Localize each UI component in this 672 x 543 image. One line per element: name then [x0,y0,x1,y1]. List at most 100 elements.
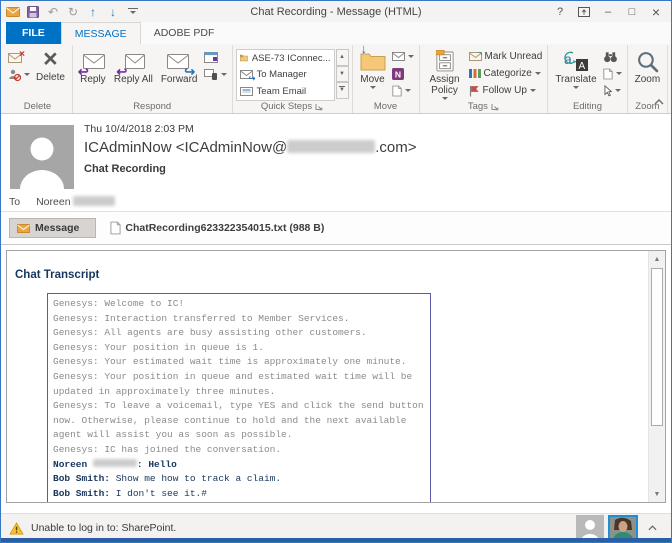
reply-button[interactable]: ↩ Reply [76,46,110,85]
junk-button[interactable] [6,66,32,83]
group-label-move: Move [356,99,416,113]
cursor-icon [603,85,612,97]
warning-icon [9,522,24,535]
undo-button[interactable]: ↶ [44,3,62,21]
ribbon-group-respond: ↩ Reply ↩ Reply All ↪ Forward [73,45,233,113]
collapse-ribbon-button[interactable] [654,92,664,110]
ribbon-tab-bar: FILE MESSAGE ADOBE PDF [1,22,671,44]
categorize-button[interactable]: Categorize [467,65,545,82]
scroll-down-button[interactable]: ▼ [649,486,665,502]
forward-button[interactable]: ↪ Forward [157,46,202,85]
actions-button[interactable] [390,82,416,99]
body-scrollbar[interactable]: ▲ ▼ [648,251,665,502]
close-button[interactable]: × [644,2,668,21]
collapse-people-pane-button[interactable] [642,525,663,531]
chevron-down-icon [535,72,541,75]
transcript-line: Genesys: To leave a voicemail, type YES … [53,399,425,443]
quick-steps-scroll-down[interactable]: ▼ [336,66,349,83]
delete-button[interactable]: × Delete [32,46,69,83]
customize-qat-button[interactable] [124,3,142,21]
im-icon [204,69,218,80]
meeting-button[interactable] [202,49,229,66]
chevron-down-icon [370,86,376,89]
chat-transcript-heading: Chat Transcript [15,269,665,281]
zoom-button[interactable]: Zoom [631,46,665,85]
transcript-line: Genesys: All agents are busy assisting o… [53,326,425,341]
quick-step-to-manager[interactable]: ↪ To Manager [237,67,334,84]
mail-icon [4,3,22,21]
previous-item-button[interactable]: ↑ [84,3,102,21]
quick-steps-gallery: ASE-73 IConnec... ↪ To Manager Team Emai… [236,49,335,101]
follow-up-button[interactable]: Follow Up [467,82,545,99]
help-button[interactable]: ? [548,2,572,21]
status-message: Unable to log in to: SharePoint. [31,522,176,534]
ribbon-group-quick-steps: ASE-73 IConnec... ↪ To Manager Team Emai… [233,45,353,113]
txt-file-icon [110,221,121,235]
translate-button[interactable]: aA Translate [551,46,600,89]
chevron-down-icon [573,86,579,89]
quick-steps-scroll: ▲ ▼ ▼ [336,49,349,99]
chevron-up-icon [648,525,657,531]
zoom-magnifier-icon [636,50,659,73]
mark-unread-icon [469,52,482,61]
transcript-line: Noreen : Hello [53,458,425,473]
redacted-domain [287,140,375,153]
chevron-down-icon [221,73,227,76]
redo-button[interactable]: ↻ [64,3,82,21]
related-button[interactable] [601,65,624,82]
sender-avatar[interactable] [10,125,74,189]
assign-policy-button[interactable]: Assign Policy [423,46,467,100]
im-button[interactable] [202,66,229,83]
chevron-up-icon [654,99,664,105]
recipient-name[interactable]: Noreen [36,196,115,208]
outlook-message-window: ↶ ↻ ↑ ↓ Chat Recording - Message (HTML) … [0,0,672,543]
chevron-down-icon [24,73,30,76]
transcript-line: Genesys: Welcome to IC! [53,297,425,312]
reply-all-button[interactable]: ↩ Reply All [110,46,157,85]
find-button[interactable] [601,48,624,65]
onenote-button[interactable]: N [390,65,416,82]
ribbon-display-options-button[interactable] [572,2,596,21]
attachment-bar: Message ChatRecording623322354015.txt (9… [1,212,671,245]
mark-unread-button[interactable]: Mark Unread [467,48,545,65]
maximize-button[interactable]: □ [620,2,644,21]
move-button[interactable]: ↓ Move [356,46,390,89]
quick-steps-more-button[interactable]: ▼ [336,82,349,99]
quick-steps-dialog-launcher[interactable] [315,103,323,111]
meeting-icon [204,52,218,63]
select-button[interactable] [601,82,624,99]
attachment-item[interactable]: ChatRecording623322354015.txt (988 B) [110,221,324,235]
quick-steps-scroll-up[interactable]: ▲ [336,49,349,66]
minimize-button[interactable]: – [596,2,620,21]
svg-text:A: A [578,61,585,72]
scroll-up-button[interactable]: ▲ [649,251,665,267]
tab-adobe-pdf[interactable]: ADOBE PDF [141,22,228,44]
chat-transcript-box: Genesys: Welcome to IC! Genesys: Interac… [47,293,431,503]
redacted-recipient-lastname [73,196,115,206]
message-envelope-icon [17,224,30,233]
ribbon-group-tags: Assign Policy Mark Unread Categorize [420,45,549,113]
scrollbar-thumb[interactable] [651,268,663,426]
message-body: Chat Transcript Genesys: Welcome to IC! … [6,250,666,503]
next-item-button[interactable]: ↓ [104,3,122,21]
quick-step-team-email[interactable]: Team Email [237,83,334,100]
ribbon-group-move: ↓ Move N [353,45,420,113]
sender-address[interactable]: ICAdminNow <ICAdminNow@.com> [84,139,671,156]
delete-x-icon: × [43,48,58,70]
tab-message[interactable]: MESSAGE [61,22,141,44]
transcript-line: Bob Smith: I don't see it.# [53,487,425,502]
ribbon-group-editing: aA Translate [548,45,627,113]
save-button[interactable] [24,3,42,21]
ignore-button[interactable]: × [6,49,32,66]
quick-step-ase73[interactable]: ASE-73 IConnec... [237,50,334,67]
folder-move-icon [240,53,248,63]
related-document-icon [603,68,613,80]
message-view-tab[interactable]: Message [9,218,96,238]
ignore-icon: × [8,53,22,63]
tags-dialog-launcher[interactable] [491,103,499,111]
transcript-line: Genesys: Your estimated wait time is app… [53,355,425,370]
chevron-down-icon [616,72,622,75]
tab-file[interactable]: FILE [6,22,61,44]
group-label-respond: Respond [76,99,229,113]
rules-button[interactable] [390,48,416,65]
